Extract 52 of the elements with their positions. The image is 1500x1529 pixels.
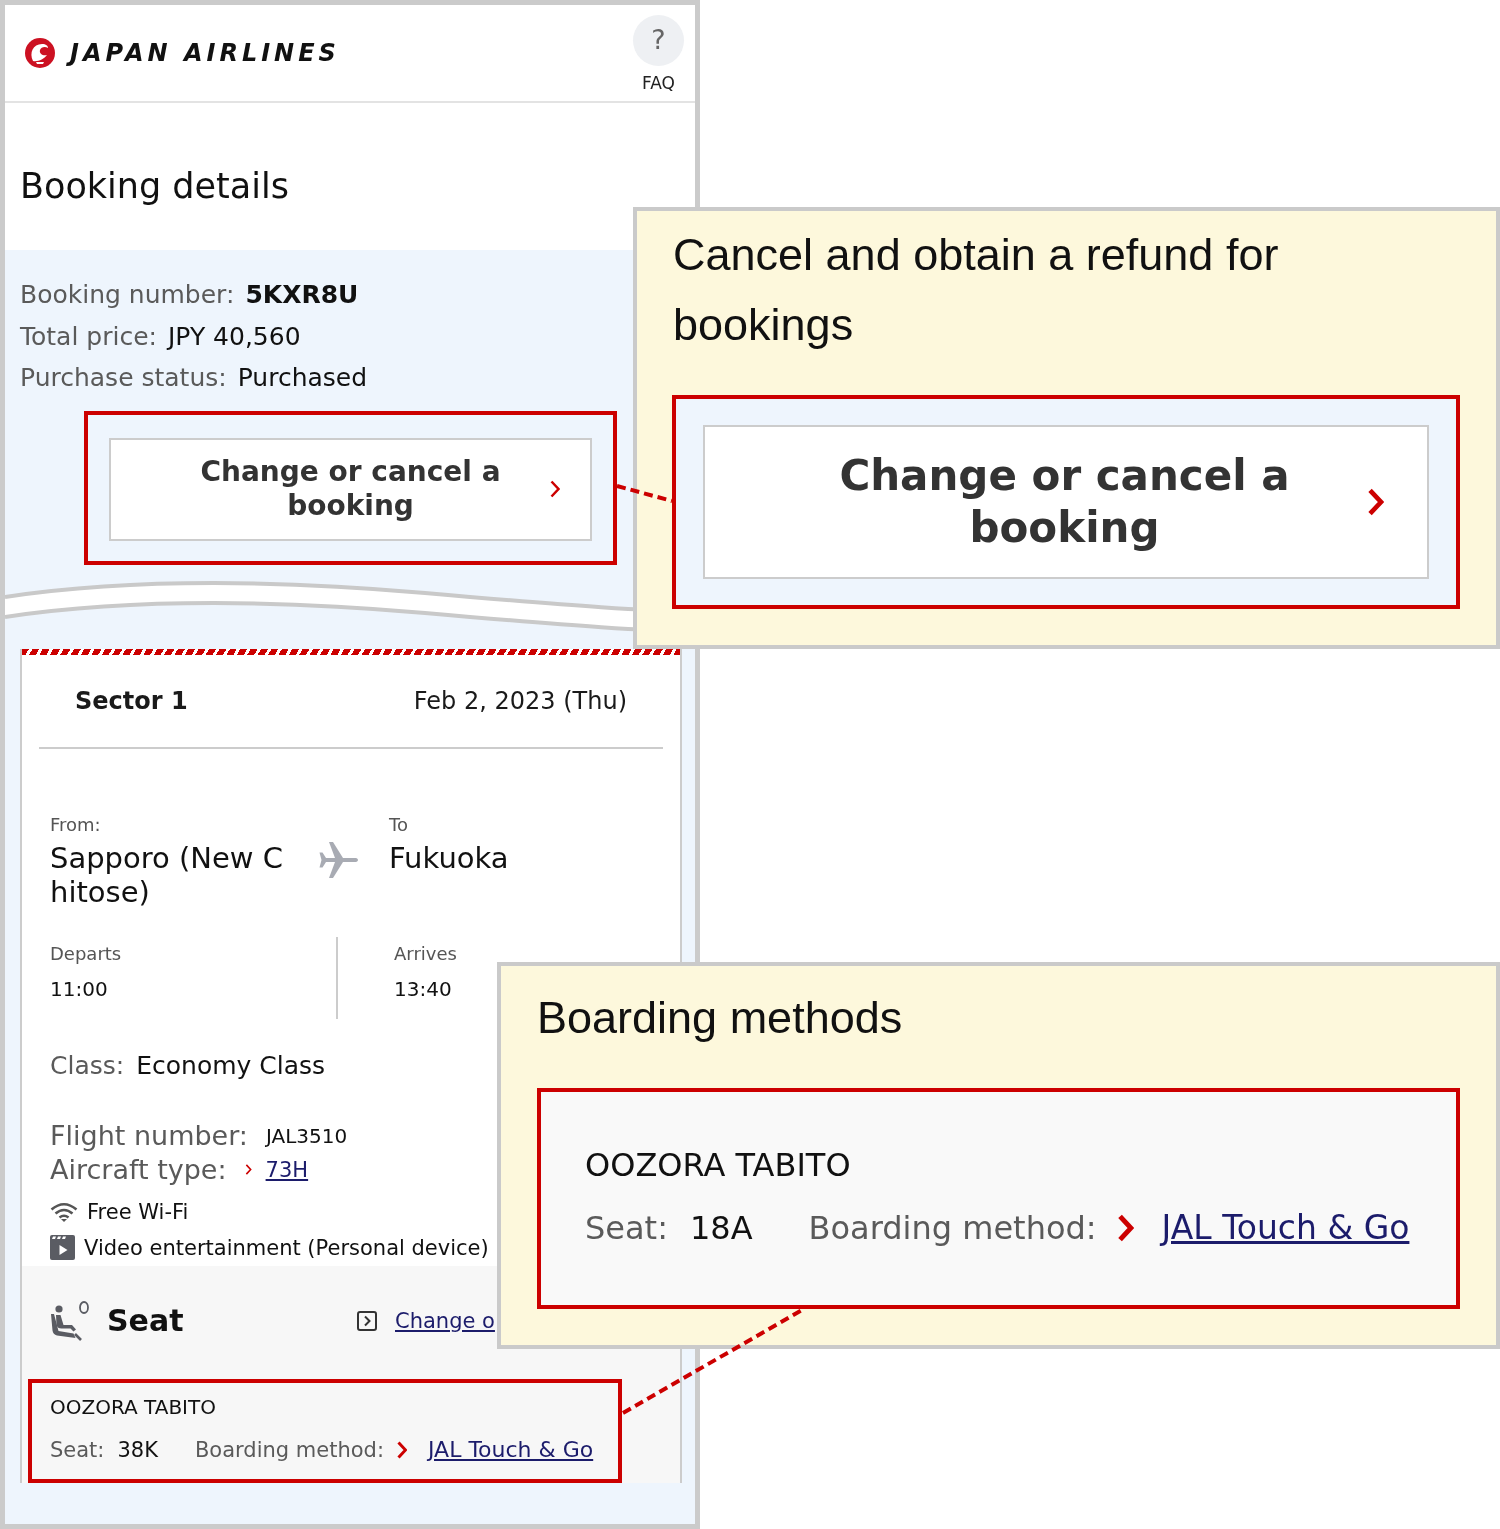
wifi-icon bbox=[50, 1201, 78, 1222]
callout-title: Boarding methods bbox=[537, 991, 904, 1045]
amenity-label: Free Wi-Fi bbox=[87, 1198, 189, 1226]
boarding-label: Boarding method: bbox=[808, 1208, 1097, 1248]
aircraft-label: Aircraft type: bbox=[50, 1152, 227, 1187]
video-icon bbox=[50, 1235, 75, 1260]
aircraft-link[interactable]: 73H bbox=[265, 1152, 309, 1187]
passenger-name: OOZORA TABITO bbox=[50, 1393, 217, 1421]
change-seat-link[interactable]: Change o bbox=[357, 1308, 495, 1333]
change-booking-button[interactable]: Change or cancel a booking bbox=[109, 437, 592, 541]
chevron-icon bbox=[1367, 488, 1384, 516]
class-label: Class: bbox=[50, 1050, 125, 1080]
flight-date: Feb 2, 2023 (Thu) bbox=[413, 686, 627, 715]
boarding-method-link[interactable]: JAL Touch & Go bbox=[428, 1435, 594, 1464]
sector-title: Sector 1 bbox=[75, 686, 188, 715]
passenger-name: OOZORA TABITO bbox=[585, 1145, 852, 1185]
arrival-city: Fukuoka bbox=[389, 840, 509, 875]
seat-number: 38K bbox=[117, 1436, 158, 1464]
class-value: Economy Class bbox=[136, 1050, 326, 1080]
amenity-label: Video entertainment (Personal device) bbox=[84, 1234, 489, 1262]
flight-number-value: JAL3510 bbox=[265, 1122, 348, 1150]
chevron-icon bbox=[1116, 1214, 1134, 1242]
help-icon: ? bbox=[633, 14, 684, 66]
field-value: JPY 40,560 bbox=[168, 321, 301, 351]
departs-label: Departs bbox=[50, 942, 123, 965]
departure-time: 11:00 bbox=[50, 976, 109, 1001]
field-label: Booking number: bbox=[20, 280, 235, 309]
chevron-icon bbox=[397, 1440, 407, 1459]
departure-city: Sapporo (New Chitose) bbox=[50, 840, 285, 909]
seat-label: Seat: bbox=[585, 1208, 668, 1248]
logo-icon bbox=[25, 38, 55, 68]
arrives-label: Arrives bbox=[394, 942, 457, 965]
plane-icon bbox=[318, 839, 358, 880]
faq-button[interactable]: ? FAQ bbox=[633, 14, 684, 94]
flight-number-label: Flight number: bbox=[50, 1118, 248, 1153]
seat-label: Seat: bbox=[50, 1436, 105, 1464]
boarding-label: Boarding method: bbox=[194, 1436, 384, 1464]
chevron-icon bbox=[550, 480, 560, 498]
arrow-box-icon bbox=[357, 1310, 377, 1331]
to-label: To bbox=[389, 813, 409, 836]
seat-number: 18A bbox=[689, 1208, 753, 1248]
chevron-icon bbox=[244, 1164, 252, 1175]
from-label: From: bbox=[50, 813, 102, 836]
change-booking-button[interactable]: Change or cancel a booking bbox=[703, 425, 1429, 579]
seat-icon bbox=[50, 1300, 90, 1341]
arrival-time: 13:40 bbox=[394, 976, 453, 1001]
field-label: Total price: bbox=[20, 321, 157, 351]
boarding-method-link[interactable]: JAL Touch & Go bbox=[1161, 1208, 1410, 1248]
field-value: Purchased bbox=[237, 363, 368, 392]
seat-heading: Seat bbox=[107, 1303, 184, 1338]
field-value: 5KXR8U bbox=[245, 280, 359, 309]
field-label: Purchase status: bbox=[20, 363, 227, 392]
